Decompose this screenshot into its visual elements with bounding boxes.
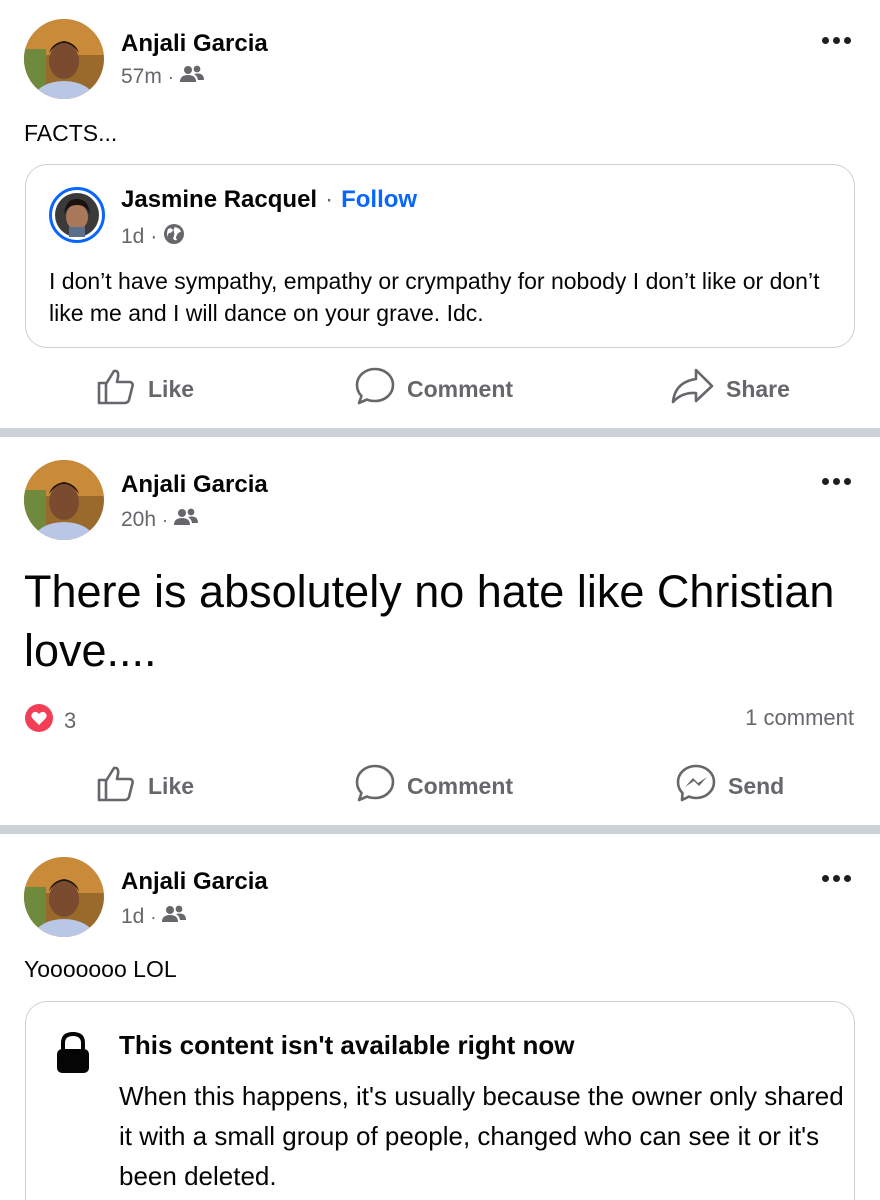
post-divider <box>0 428 880 437</box>
like-button[interactable]: Like <box>96 761 194 811</box>
post-meta: 1d · <box>121 904 187 930</box>
friends-icon <box>179 64 204 90</box>
comment-button[interactable]: Comment <box>355 761 513 811</box>
post-divider <box>0 825 880 834</box>
comment-label: Comment <box>407 772 514 799</box>
meta-separator: · <box>150 906 157 927</box>
follow-button[interactable]: Follow <box>341 186 417 214</box>
unavailable-message: When this happens, it's usually because … <box>119 1081 844 1191</box>
post-meta: 20h · <box>121 507 199 533</box>
avatar-image <box>24 460 104 540</box>
shared-author-name[interactable]: Jasmine Racquel <box>121 186 317 214</box>
avatar[interactable] <box>24 460 104 540</box>
comment-bubble-icon <box>355 763 395 809</box>
author-name[interactable]: Anjali Garcia <box>121 471 268 499</box>
author-name[interactable]: Anjali Garcia <box>121 868 268 896</box>
meta-separator: · <box>150 225 158 248</box>
shared-meta: 1d · <box>121 223 185 251</box>
shared-header: Jasmine Racquel · Follow <box>121 186 417 214</box>
send-label: Send <box>728 772 785 799</box>
comment-button[interactable]: Comment <box>355 364 513 414</box>
like-label: Like <box>148 772 195 799</box>
friends-icon <box>162 904 187 930</box>
post-text: Yooooooo LOL <box>24 956 177 982</box>
reaction-count: 3 <box>64 708 77 733</box>
thumbs-up-icon <box>96 763 136 809</box>
author-name[interactable]: Anjali Garcia <box>121 30 268 58</box>
shared-avatar-image <box>55 193 99 237</box>
share-label: Share <box>726 375 790 402</box>
reaction-summary[interactable]: 3 <box>24 703 76 739</box>
comment-label: Comment <box>407 375 514 402</box>
share-button[interactable]: Share <box>670 364 790 414</box>
shared-post-time[interactable]: 1d <box>121 225 144 249</box>
post-text: There is absolutely no hate like Christi… <box>24 566 835 676</box>
post-2: Anjali Garcia 20h · There is absolutely … <box>0 437 880 825</box>
like-button[interactable]: Like <box>96 364 194 414</box>
shared-post-card[interactable]: Jasmine Racquel · Follow 1d · I don’t ha… <box>25 164 855 348</box>
post-text: FACTS... <box>24 120 118 146</box>
post-time[interactable]: 57m <box>121 65 162 89</box>
send-button[interactable]: Send <box>676 761 784 811</box>
post-meta: 57m · <box>121 64 204 90</box>
comment-bubble-icon <box>355 366 395 412</box>
post-time[interactable]: 1d <box>121 905 144 929</box>
lock-icon <box>55 1031 91 1080</box>
comment-count[interactable]: 1 comment <box>745 705 854 731</box>
avatar[interactable] <box>24 19 104 99</box>
like-label: Like <box>148 375 195 402</box>
shared-avatar[interactable] <box>49 187 105 243</box>
unavailable-title: This content isn't available right now <box>119 1030 575 1060</box>
share-arrow-icon <box>670 366 714 412</box>
more-options-icon[interactable] <box>818 34 854 46</box>
more-options-icon[interactable] <box>818 872 854 884</box>
messenger-icon <box>676 763 716 809</box>
friends-icon <box>174 507 199 533</box>
meta-separator: · <box>162 509 169 530</box>
action-bar: Like Comment Send <box>0 761 880 811</box>
action-bar: Like Comment Share <box>0 364 880 414</box>
more-options-icon[interactable] <box>818 475 854 487</box>
love-reaction-icon <box>24 703 54 739</box>
avatar[interactable] <box>24 857 104 937</box>
unavailable-content-card: This content isn't available right now W… <box>25 1001 855 1200</box>
avatar-image <box>24 19 104 99</box>
avatar-image <box>24 857 104 937</box>
thumbs-up-icon <box>96 366 136 412</box>
shared-post-text: I don’t have sympathy, empathy or crympa… <box>49 268 820 326</box>
globe-icon <box>163 223 185 251</box>
follow-separator: · <box>325 186 334 213</box>
post-3: Anjali Garcia 1d · Yooooooo LOL This con… <box>0 834 880 1200</box>
post-time[interactable]: 20h <box>121 508 156 532</box>
post-1: Anjali Garcia 57m · FACTS... Jasmine Rac… <box>0 0 880 428</box>
meta-separator: · <box>167 66 174 87</box>
